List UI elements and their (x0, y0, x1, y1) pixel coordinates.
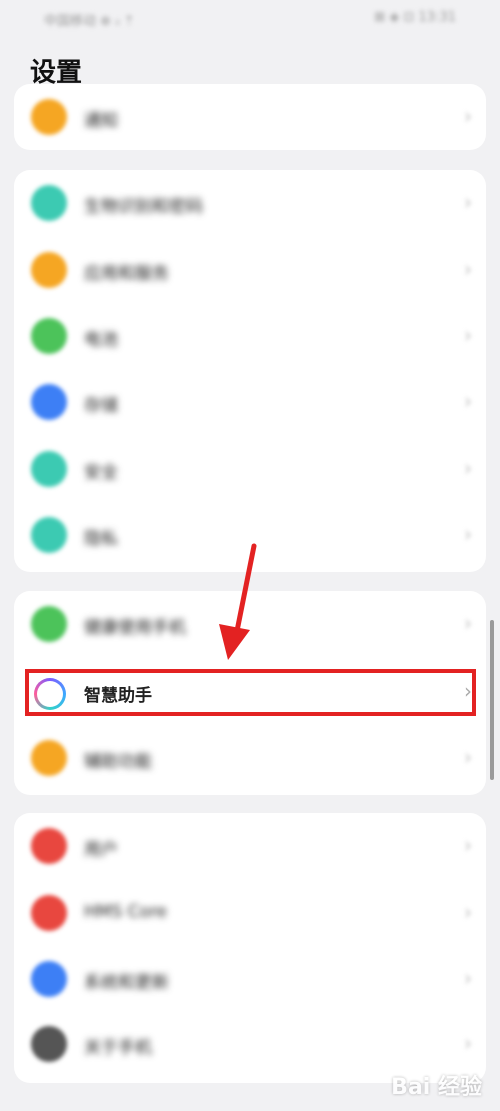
scrollbar[interactable] (490, 620, 494, 780)
chevron-right-icon: › (464, 900, 472, 924)
row-label: HMS Core (84, 902, 167, 922)
settings-card-security: 生物识别和密码 › 应用和服务 › 电池 › 存储 › 安全 › 隐私 › (14, 170, 486, 572)
settings-row[interactable]: 安全 › (14, 436, 486, 502)
settings-row[interactable]: 辅助功能 › (14, 725, 486, 791)
row-label: 应用和服务 (84, 264, 169, 284)
settings-row[interactable]: 电池 › (14, 303, 486, 369)
chevron-right-icon: › (464, 833, 472, 857)
settings-row[interactable]: 系统和更新 › (14, 946, 486, 1012)
settings-row[interactable]: 应用和服务 › (14, 237, 486, 303)
shield-icon (31, 451, 67, 487)
settings-row[interactable]: HMS Core › (14, 880, 486, 946)
watermark: Bai 经验 (391, 1075, 482, 1100)
settings-row[interactable]: 用户 › (14, 813, 486, 879)
system-update-icon (31, 961, 67, 997)
settings-row[interactable]: 通知 › (14, 84, 486, 150)
row-label: 用户 (84, 840, 118, 860)
highlight-box (25, 669, 476, 716)
bell-icon (31, 99, 67, 135)
carrier-status: 中国移动 ⊕ ᵢₗ ⇡ (44, 14, 135, 29)
settings-card-system: 用户 › HMS Core › 系统和更新 › 关于手机 › (14, 813, 486, 1083)
row-label: 系统和更新 (84, 973, 169, 993)
settings-row[interactable]: 关于手机 › (14, 1011, 486, 1077)
settings-row[interactable]: 存储 › (14, 369, 486, 435)
chevron-right-icon: › (464, 966, 472, 990)
apps-icon (31, 252, 67, 288)
chevron-right-icon: › (464, 323, 472, 347)
chevron-right-icon: › (464, 522, 472, 546)
row-label: 健康使用手机 (84, 618, 186, 638)
chevron-right-icon: › (464, 611, 472, 635)
settings-row[interactable]: 健康使用手机 › (14, 591, 486, 657)
key-icon (31, 185, 67, 221)
row-label: 辅助功能 (84, 752, 152, 772)
privacy-icon (31, 517, 67, 553)
time-status: ⊠ ◈ ⊡ 13:31 (374, 10, 456, 25)
health-icon (31, 606, 67, 642)
row-label: 安全 (84, 463, 118, 483)
row-label: 存储 (84, 396, 118, 416)
row-label: 隐私 (84, 529, 118, 549)
hms-core-icon (31, 895, 67, 931)
row-label: 通知 (84, 111, 118, 131)
storage-icon (31, 384, 67, 420)
chevron-right-icon: › (464, 456, 472, 480)
settings-card-notifications: 通知 › (14, 84, 486, 150)
accessibility-icon (31, 740, 67, 776)
row-label: 生物识别和密码 (84, 197, 203, 217)
battery-icon (31, 318, 67, 354)
chevron-right-icon: › (464, 389, 472, 413)
settings-row[interactable]: 隐私 › (14, 502, 486, 568)
settings-row[interactable]: 生物识别和密码 › (14, 170, 486, 236)
chevron-right-icon: › (464, 1031, 472, 1055)
user-icon (31, 828, 67, 864)
status-bar: 中国移动 ⊕ ᵢₗ ⇡ ⊠ ◈ ⊡ 13:31 (0, 0, 500, 40)
chevron-right-icon: › (464, 104, 472, 128)
chevron-right-icon: › (464, 190, 472, 214)
chevron-right-icon: › (464, 745, 472, 769)
phone-info-icon (31, 1026, 67, 1062)
chevron-right-icon: › (464, 257, 472, 281)
row-label: 电池 (84, 330, 118, 350)
row-label: 关于手机 (84, 1038, 152, 1058)
